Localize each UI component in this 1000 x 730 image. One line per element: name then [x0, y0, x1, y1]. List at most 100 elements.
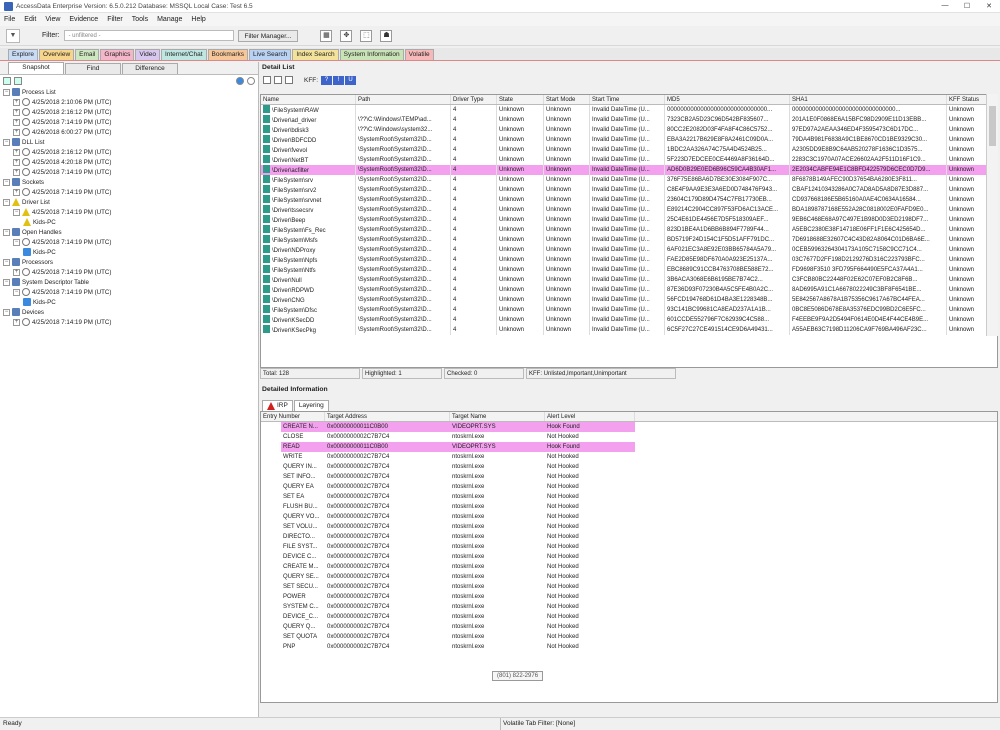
table-row[interactable]: \Driver\BDFCDD \SystemRoot\System32\D... 4… — [261, 135, 997, 145]
table-row[interactable]: SYSTEM C... 0x0000000002C7B7C4 ntoskrnl.ex… — [261, 602, 997, 612]
tab-video[interactable]: Video — [135, 49, 160, 60]
table-row[interactable]: \Driver\NDProxy \SystemRoot\System32\D...… — [261, 245, 997, 255]
table-row[interactable]: \Driver\Null \SystemRoot\System32\D... 4 Un… — [261, 275, 997, 285]
table-row[interactable]: \FileSystem\Msfs \SystemRoot\System32\D..… — [261, 235, 997, 245]
collapse-toggle-icon[interactable]: − — [3, 88, 10, 96]
column-header[interactable]: Driver Type — [451, 95, 497, 104]
column-header[interactable]: Target Name — [450, 412, 545, 421]
copy-icon[interactable] — [263, 76, 271, 84]
tree-item[interactable]: − 4/25/2018 7:14:19 PM (UTC) — [3, 287, 258, 297]
tree-item[interactable]: +4/25/2018 7:14:19 PM (UTC) — [3, 317, 258, 327]
minimize-button[interactable]: — — [934, 2, 956, 10]
table-row[interactable]: QUERY VO... 0x0000000002C7B7C4 ntoskrnl.ex… — [261, 512, 997, 522]
collapse-toggle-icon[interactable]: − — [3, 178, 10, 186]
tree-item[interactable]: − Devices — [3, 307, 258, 317]
tab-graphics[interactable]: Graphics — [100, 49, 135, 60]
tab-irp[interactable]: IRP — [262, 400, 293, 411]
vertical-scrollbar[interactable] — [986, 94, 998, 336]
table-row[interactable]: FILE SYST... 0x0000000002C7B7C4 ntoskrnl.e… — [261, 542, 997, 552]
table-row[interactable]: \Driver\fvevol \SystemRoot\System32\D... 4… — [261, 145, 997, 155]
tree-item[interactable]: − Driver List — [3, 197, 258, 207]
print-icon[interactable] — [285, 76, 293, 84]
table-row[interactable]: \FileSystem\RAW 4 Unknown Unknown Invalid Da… — [261, 105, 997, 115]
table-row[interactable]: \FileSystem\Dfsc \SystemRoot\System32\D..… — [261, 305, 997, 315]
table-row[interactable]: QUERY SE... 0x0000000002C7B7C4 ntoskrnl.ex… — [261, 572, 997, 582]
table-row[interactable]: QUERY IN... 0x0000000002C7B7C4 ntoskrnl.ex… — [261, 462, 997, 472]
filter-manager-button[interactable]: Filter Manager... — [237, 29, 299, 42]
kff-unknown-button[interactable]: ? — [321, 75, 333, 85]
tab-bookmarks[interactable]: Bookmarks — [207, 49, 249, 60]
collapse-toggle-icon[interactable]: − — [13, 238, 20, 246]
tree-item[interactable]: +4/25/2018 7:14:19 PM (UTC) — [3, 267, 258, 277]
tree-item[interactable]: − System Descriptor Table — [3, 277, 258, 287]
table-row[interactable]: DEVICE_C... 0x0000000002C7B7C4 ntoskrnl.ex… — [261, 612, 997, 622]
table-row[interactable]: \Driver\bdisk3 \??\C:\Windows\system32...… — [261, 125, 997, 135]
table-row[interactable]: CLOSE 0x0000000002C7B7C4 ntoskrnl.exe Not H… — [261, 432, 997, 442]
menu-edit[interactable]: Edit — [24, 16, 36, 23]
expand-toggle-icon[interactable]: + — [13, 188, 20, 196]
table-row[interactable]: CREATE M... 0x0000000002C7B7C4 ntoskrnl.ex… — [261, 562, 997, 572]
filter-select[interactable]: - unfiltered - — [63, 30, 234, 41]
collapse-toggle-icon[interactable]: − — [3, 258, 10, 266]
menu-view[interactable]: View — [45, 16, 60, 23]
tree-item[interactable]: − Open Handles — [3, 227, 258, 237]
tree-item[interactable]: − Process List — [3, 87, 258, 97]
close-button[interactable]: ✕ — [978, 2, 1000, 10]
tab-system-information[interactable]: System Information — [339, 49, 404, 60]
expand-toggle-icon[interactable]: + — [13, 118, 20, 126]
table-row[interactable]: DEVICE C... 0x0000000002C7B7C4 ntoskrnl.ex… — [261, 552, 997, 562]
table-row[interactable]: POWER 0x0000000002C7B7C4 ntoskrnl.exe Not H… — [261, 592, 997, 602]
search-icon[interactable] — [247, 77, 255, 85]
collapse-toggle-icon[interactable]: − — [3, 278, 10, 286]
tree-item[interactable]: Kids-PC — [3, 297, 258, 307]
menu-evidence[interactable]: Evidence — [69, 16, 98, 23]
table-row[interactable]: \Driver\CNG \SystemRoot\System32\D... 4 Unk… — [261, 295, 997, 305]
column-header[interactable]: Path — [356, 95, 451, 104]
expand-toggle-icon[interactable]: + — [13, 108, 20, 116]
tree-item[interactable]: − Processors — [3, 257, 258, 267]
maximize-button[interactable]: ☐ — [956, 2, 978, 10]
tree-item[interactable]: +4/25/2018 2:16:12 PM (UTC) — [3, 147, 258, 157]
tree-item[interactable]: Kids-PC — [3, 247, 258, 257]
table-row[interactable]: DIRECTO... 0x0000000002C7B7C4 ntoskrnl.exe… — [261, 532, 997, 542]
grid-view-icon[interactable]: ▦ — [320, 29, 333, 42]
table-row[interactable]: SET SECU... 0x0000000002C7B7C4 ntoskrnl.ex… — [261, 582, 997, 592]
subtab-find[interactable]: Find — [65, 63, 121, 74]
table-row[interactable]: SET INFO... 0x0000000002C7B7C4 ntoskrnl.ex… — [261, 472, 997, 482]
tree-item[interactable]: +4/25/2018 2:10:06 PM (UTC) — [3, 97, 258, 107]
menu-file[interactable]: File — [4, 16, 15, 23]
expand-toggle-icon[interactable]: + — [13, 168, 20, 176]
kff-alert-button[interactable]: ! — [333, 75, 345, 85]
expand-toggle-icon[interactable]: + — [13, 128, 20, 136]
tree-item[interactable]: Kids-PC — [3, 217, 258, 227]
column-header[interactable]: Name — [261, 95, 356, 104]
collapse-toggle-icon[interactable]: − — [13, 208, 20, 216]
expand-toggle-icon[interactable]: + — [13, 158, 20, 166]
users-icon[interactable]: ☗ — [380, 29, 393, 42]
table-row[interactable]: \FileSystem\Npfs \SystemRoot\System32\D..… — [261, 255, 997, 265]
scroll-thumb[interactable] — [989, 106, 996, 146]
collapse-toggle-icon[interactable]: − — [3, 138, 10, 146]
column-header[interactable]: Start Time — [590, 95, 665, 104]
menu-help[interactable]: Help — [191, 16, 205, 23]
table-row[interactable]: SET VOLU... 0x0000000002C7B7C4 ntoskrnl.ex… — [261, 522, 997, 532]
tree-item[interactable]: +4/25/2018 7:14:19 PM (UTC) — [3, 117, 258, 127]
tree-item[interactable]: +4/26/2018 6:00:27 PM (UTC) — [3, 127, 258, 137]
tab-volatile[interactable]: Volatile — [404, 49, 434, 60]
globe-icon[interactable] — [236, 77, 244, 85]
table-row[interactable]: QUERY EA 0x0000000002C7B7C4 ntoskrnl.exe No… — [261, 482, 997, 492]
tree-item[interactable]: − DLL List — [3, 137, 258, 147]
expand-icon[interactable] — [3, 77, 11, 85]
table-row[interactable]: \Driver\ad_driver \??\C:\Windows\TEMP\ad.… — [261, 115, 997, 125]
collapse-toggle-icon[interactable]: − — [3, 228, 10, 236]
tree-item[interactable]: +4/25/2018 2:16:12 PM (UTC) — [3, 107, 258, 117]
kff-ignore-button[interactable]: U — [345, 75, 357, 85]
select-region-icon[interactable]: ⬚ — [360, 29, 373, 42]
table-row[interactable]: WRITE 0x0000000002C7B7C4 ntoskrnl.exe Not H… — [261, 452, 997, 462]
tab-layering[interactable]: Layering — [293, 400, 329, 411]
menu-tools[interactable]: Tools — [132, 16, 148, 23]
column-header[interactable]: Target Address — [325, 412, 450, 421]
column-header[interactable]: State — [497, 95, 544, 104]
tree-item[interactable]: +4/25/2018 4:20:18 PM (UTC) — [3, 157, 258, 167]
expand-toggle-icon[interactable]: + — [13, 268, 20, 276]
